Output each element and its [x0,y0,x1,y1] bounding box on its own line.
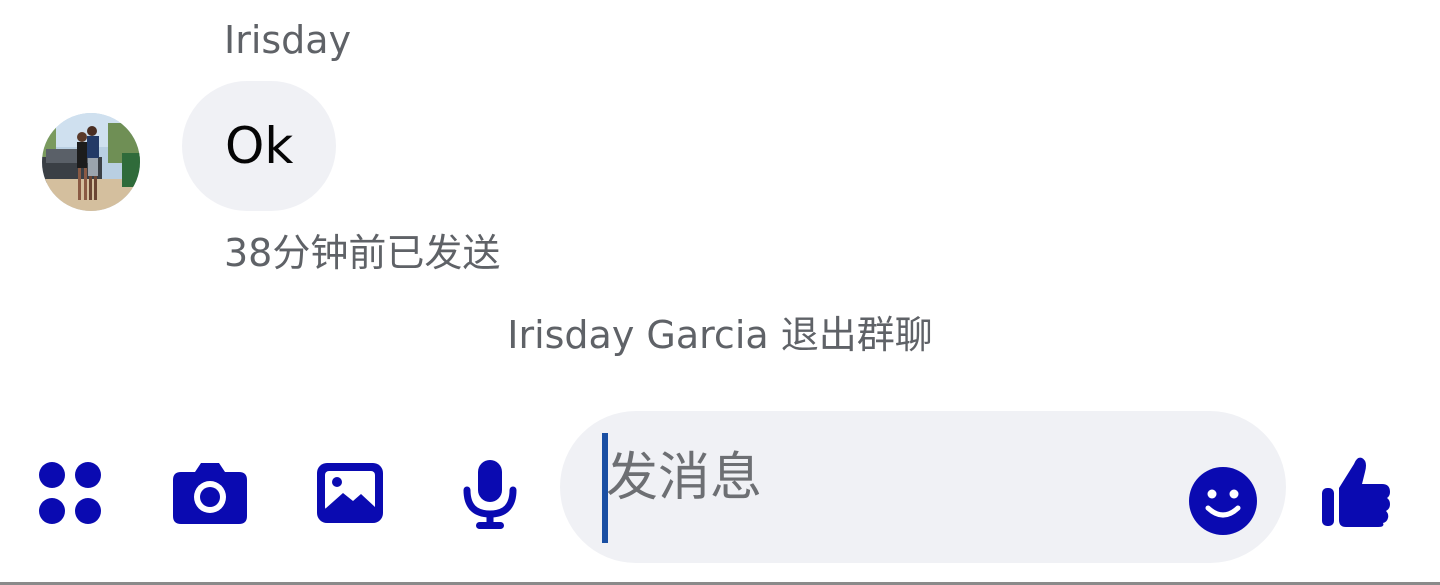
four-dots-icon[interactable] [37,460,103,526]
emoji-icon[interactable] [1188,466,1258,536]
sent-status: 38分钟前已发送 [224,231,501,275]
message-input-placeholder: 发消息 [606,448,763,508]
system-message: Irisday Garcia 退出群聊 [507,313,933,357]
message-bubble[interactable]: Ok [182,81,337,211]
image-icon[interactable] [315,461,385,525]
microphone-icon[interactable] [461,458,519,530]
message-input[interactable]: 发消息 [560,411,1286,563]
thumbs-up-icon[interactable] [1320,454,1392,528]
avatar[interactable] [42,113,140,211]
message-text: Ok [225,117,294,175]
sender-name: Irisday [224,18,352,62]
avatar-photo [42,113,140,211]
camera-icon[interactable] [171,460,249,526]
